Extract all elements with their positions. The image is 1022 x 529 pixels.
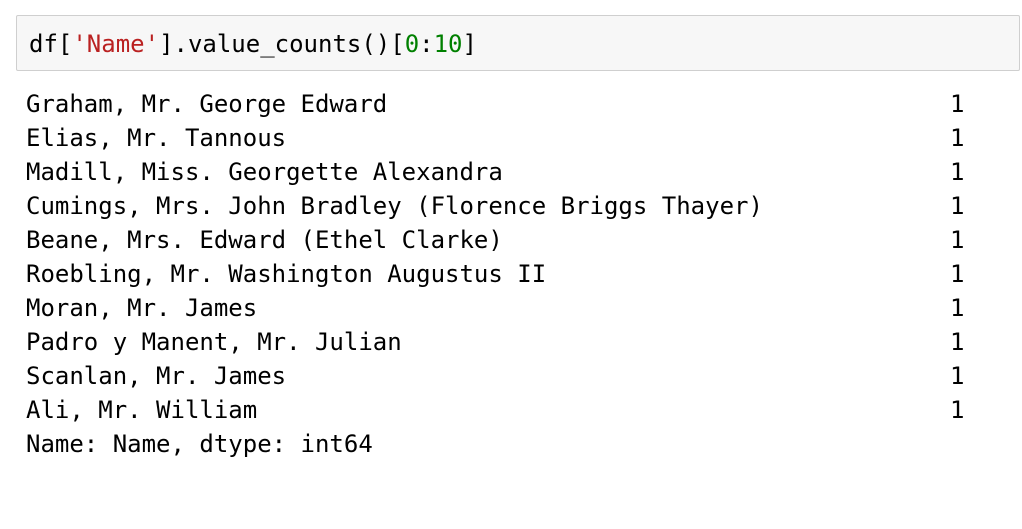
output-row: Cumings, Mrs. John Bradley (Florence Bri… [26, 189, 1006, 223]
row-count: 1 [950, 226, 965, 254]
row-count: 1 [950, 294, 965, 322]
code-token-suffix: ] [462, 30, 477, 58]
row-count: 1 [950, 124, 965, 152]
row-name: Roebling, Mr. Washington Augustus II [26, 260, 547, 288]
row-name: Graham, Mr. George Edward [26, 90, 388, 118]
row-count: 1 [950, 260, 965, 288]
code-line[interactable]: df['Name'].value_counts()[0:10] [29, 29, 477, 59]
code-token-prefix: df[ [29, 30, 73, 58]
output-area: Graham, Mr. George Edward 1 Elias, Mr. T… [26, 87, 1006, 461]
output-row: Elias, Mr. Tannous 1 [26, 121, 1006, 155]
dtype-footer: Name: Name, dtype: int64 [26, 430, 373, 458]
row-count: 1 [950, 158, 965, 186]
code-token-string: 'Name' [72, 30, 160, 58]
output-row: Graham, Mr. George Edward 1 [26, 87, 1006, 121]
output-row: Beane, Mrs. Edward (Ethel Clarke) 1 [26, 223, 1006, 257]
row-count: 1 [950, 396, 965, 424]
row-count: 1 [950, 362, 965, 390]
row-name: Beane, Mrs. Edward (Ethel Clarke) [26, 226, 503, 254]
row-name: Moran, Mr. James [26, 294, 258, 322]
row-name: Scanlan, Mr. James [26, 362, 287, 390]
row-name: Ali, Mr. William [26, 396, 258, 424]
output-row: Ali, Mr. William 1 [26, 393, 1006, 427]
row-name: Padro y Manent, Mr. Julian [26, 328, 402, 356]
code-token-colon: : [419, 30, 434, 58]
row-name: Elias, Mr. Tannous [26, 124, 287, 152]
code-token-slice-end: 10 [433, 30, 463, 58]
code-token-slice-start: 0 [404, 30, 420, 58]
row-name: Madill, Miss. Georgette Alexandra [26, 158, 503, 186]
row-name: Cumings, Mrs. John Bradley (Florence Bri… [26, 192, 763, 220]
output-row: Padro y Manent, Mr. Julian 1 [26, 325, 1006, 359]
output-row: Scanlan, Mr. James 1 [26, 359, 1006, 393]
output-row: Moran, Mr. James 1 [26, 291, 1006, 325]
row-count: 1 [950, 328, 965, 356]
row-count: 1 [950, 90, 965, 118]
row-count: 1 [950, 192, 965, 220]
code-input-cell[interactable]: df['Name'].value_counts()[0:10] [16, 15, 1020, 71]
output-row: Roebling, Mr. Washington Augustus II 1 [26, 257, 1006, 291]
output-row: Madill, Miss. Georgette Alexandra 1 [26, 155, 1006, 189]
code-token-method: ].value_counts()[ [159, 30, 405, 58]
